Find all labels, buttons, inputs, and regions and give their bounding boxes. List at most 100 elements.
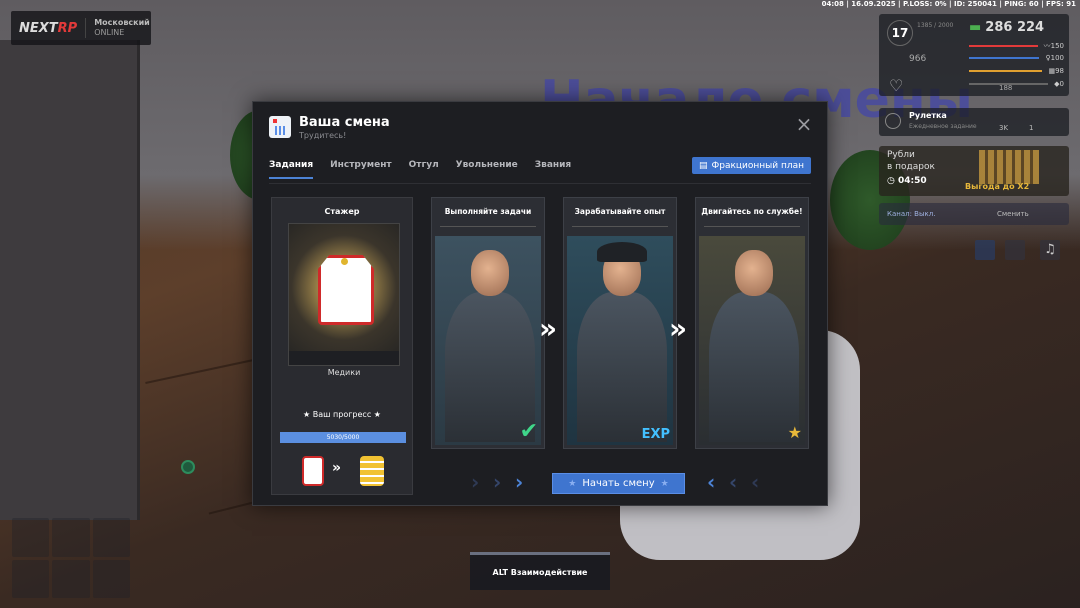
modal-tabs: Задания Инструмент Отгул Увольнение Зван… [269, 160, 571, 179]
star-icon: ★ [660, 478, 669, 489]
faction-card [288, 223, 400, 366]
voice-channel[interactable]: Канал: Выкл. Сменить [879, 203, 1069, 225]
inventory-slot[interactable] [52, 518, 90, 557]
roulette-widget[interactable]: Рулетка Ежедневное задание 3K 1 [879, 108, 1069, 136]
next-tag-icon [360, 456, 384, 486]
wanted-value: 966 [909, 54, 927, 64]
inventory-slot[interactable] [92, 559, 130, 598]
inventory-slot[interactable] [52, 559, 90, 598]
card-tasks: Выполняйте задачи ✔ [431, 197, 545, 449]
heart-rate-icon: ♡ [889, 76, 904, 95]
tab-ranks[interactable]: Звания [535, 160, 571, 179]
chevron-right-icon: » [669, 312, 687, 345]
menu-icon[interactable] [1005, 240, 1025, 260]
close-icon[interactable]: × [795, 114, 813, 134]
inventory-slot[interactable] [92, 518, 130, 557]
rank-panel: Стажер Медики ★ Ваш прогресс ★ 5030/5000… [271, 197, 413, 495]
background-wardrobe [0, 40, 140, 520]
check-icon: ✔ [519, 419, 538, 444]
tab-tools[interactable]: Инструмент [330, 160, 392, 179]
roulette-title: Рулетка [909, 111, 947, 120]
channel-change: Сменить [997, 210, 1029, 218]
inventory-slot[interactable] [12, 559, 50, 598]
faction-plan-button[interactable]: ▤ Фракционный план [691, 157, 811, 174]
gift-timer: ◷ 04:50 [887, 176, 927, 186]
gift-cash-image [979, 150, 1039, 184]
modal-header: Ваша смена Трудитесь! [269, 112, 390, 142]
medical-tag-icon [318, 255, 374, 325]
hunger-row: ▦ 98 [969, 67, 1064, 75]
tab-dismissal[interactable]: Увольнение [456, 160, 518, 179]
card-divider [704, 226, 800, 227]
roulette-icon [885, 113, 901, 129]
bell-icon[interactable]: ♫ [1040, 240, 1060, 260]
hunger-icon: ▦ [1048, 67, 1056, 75]
chevron-left-icon: ‹ [729, 470, 738, 494]
gift-promo-text: Выгода до X2 [965, 182, 1030, 191]
chevron-right-icon: » [539, 312, 557, 345]
card-divider [572, 226, 668, 227]
double-chevron-icon: » [332, 460, 342, 476]
officer-image [567, 236, 673, 445]
rank-title: Стажер [324, 207, 360, 216]
exp-value: 1385 / 2000 [917, 22, 954, 29]
modal-title: Ваша смена [299, 114, 390, 130]
interaction-hint: ALT Взаимодействие [470, 552, 610, 590]
chevron-right-icon: › [471, 470, 480, 494]
chevron-right-icon: › [515, 470, 524, 494]
gift-title-2: в подарок [887, 162, 935, 172]
chevron-right-icon: › [493, 470, 502, 494]
card-title: Выполняйте задачи [444, 207, 532, 216]
tabs-divider [269, 183, 811, 184]
armor-row: ♀ 100 [969, 54, 1064, 62]
progress-title: ★ Ваш прогресс ★ [303, 410, 381, 419]
brand-logo: NEXTRP [19, 20, 78, 36]
heart-icon: 〰 [1043, 42, 1051, 50]
roulette-reward-a: 3K [999, 124, 1009, 132]
start-shift-label: Начать смену [582, 478, 655, 489]
shift-modal: Ваша смена Трудитесь! × Задания Инструме… [252, 101, 828, 506]
chevron-left-icon: ‹ [751, 470, 760, 494]
server-name: Московский ONLINE [85, 18, 150, 38]
map-marker-icon [181, 460, 195, 474]
inventory-slot[interactable] [12, 518, 50, 557]
calendar-icon[interactable] [975, 240, 995, 260]
server-logo: NEXTRP Московский ONLINE [11, 11, 151, 45]
current-tag-icon [302, 456, 324, 486]
card-title: Двигайтесь по службе! [701, 207, 803, 216]
gift-title: Рубли [887, 150, 915, 160]
progress-bar: 5030/5000 [280, 432, 406, 443]
tab-tasks[interactable]: Задания [269, 160, 314, 179]
rank-chevron-icon: ★ [787, 423, 802, 442]
inventory-slots [12, 518, 130, 598]
chevron-left-icon: ‹ [707, 470, 716, 494]
player-hud: 17 1385 / 2000 ▬ 286 224 〰 150 ♀ 100 ▦ 98… [879, 14, 1069, 96]
card-experience: Зарабатывайте опыт EXP [563, 197, 677, 449]
card-title: Зарабатывайте опыт [574, 207, 666, 216]
ammo-value: 188 [999, 84, 1013, 92]
start-shift-button[interactable]: ★ Начать смену ★ [552, 473, 685, 494]
roulette-sub: Ежедневное задание [909, 123, 977, 130]
channel-label: Канал: Выкл. [887, 210, 936, 218]
clock-icon: ◷ [887, 176, 898, 186]
level-badge: 17 [887, 20, 913, 46]
hospital-icon [269, 116, 291, 138]
extra-row: ◆ 0 [969, 80, 1064, 88]
tag-hole [341, 258, 348, 265]
money-display: ▬ 286 224 [969, 20, 1045, 35]
card-divider [440, 226, 536, 227]
health-row: 〰 150 [969, 41, 1064, 51]
roulette-reward-b: 1 [1029, 124, 1034, 132]
exp-icon: EXP [641, 427, 670, 442]
modal-subtitle: Трудитесь! [299, 130, 347, 140]
status-line: 04:08 | 16.09.2025 | P.LOSS: 0% | ID: 25… [821, 0, 1076, 8]
officer-image [699, 236, 805, 445]
star-icon: ★ [568, 478, 577, 489]
tab-leave[interactable]: Отгул [409, 160, 439, 179]
gift-promo[interactable]: Рубли в подарок ◷ 04:50 Выгода до X2 [879, 146, 1069, 196]
officer-image [435, 236, 541, 445]
faction-label: Медики [327, 368, 361, 377]
card-promotion: Двигайтесь по службе! ★ [695, 197, 809, 449]
money-icon: ▬ [969, 20, 982, 35]
document-icon: ▤ [698, 160, 708, 171]
